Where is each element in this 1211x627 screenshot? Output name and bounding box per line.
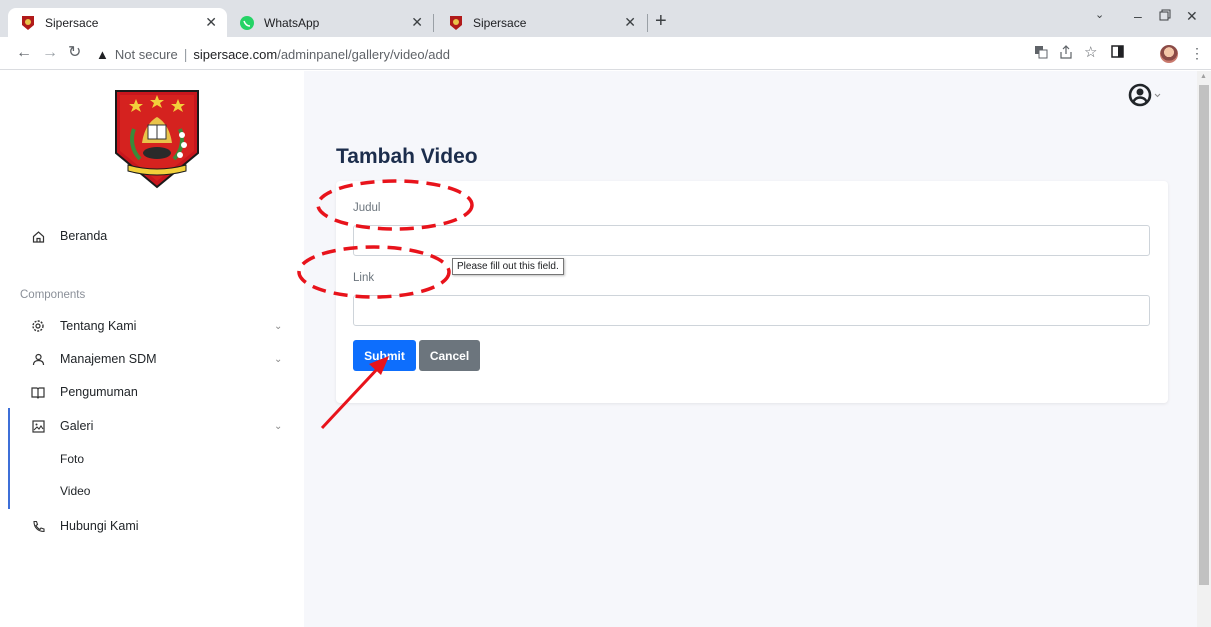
share-icon[interactable]: [1059, 45, 1073, 62]
sidebar-item-label: Galeri: [60, 419, 94, 433]
browser-toolbar: ← → ↻ ▲ Not secure | sipersace.com/admin…: [0, 37, 1211, 70]
browser-tab-bar: Sipersace ✕ WhatsApp ✕ Sipersace ✕ + ⌄ –…: [0, 0, 1211, 37]
organization-logo[interactable]: [114, 89, 200, 189]
url-separator: |: [183, 46, 188, 62]
tab-sipersace[interactable]: Sipersace ✕: [436, 8, 646, 37]
url-path[interactable]: /adminpanel/gallery/video/add: [277, 47, 450, 62]
chevron-down-icon: [1154, 93, 1161, 98]
sidebar-subitem-video[interactable]: Video: [60, 484, 90, 498]
profile-avatar[interactable]: [1160, 45, 1178, 63]
validation-tooltip: Please fill out this field.: [452, 258, 564, 275]
user-circle-icon: [1128, 83, 1152, 107]
sidebar-item-label: Manajemen SDM: [60, 352, 157, 366]
image-icon: [31, 419, 45, 433]
sidebar: Beranda Components Tentang Kami ⌄ Manaje…: [0, 71, 304, 627]
form-card: Judul Link Submit Cancel: [336, 181, 1168, 403]
sidebar-item-galeri[interactable]: Galeri ⌄: [0, 414, 304, 438]
cancel-button[interactable]: Cancel: [419, 340, 480, 371]
translate-icon[interactable]: [1034, 45, 1048, 62]
bookmark-star-icon[interactable]: ☆: [1084, 45, 1097, 61]
sidebar-item-label: Hubungi Kami: [60, 519, 139, 533]
link-input[interactable]: [353, 295, 1150, 326]
warning-icon[interactable]: ▲: [96, 47, 109, 62]
minimize-icon[interactable]: –: [1134, 8, 1142, 24]
gear-icon: [31, 319, 45, 333]
address-bar[interactable]: ▲ Not secure | sipersace.com/adminpanel/…: [96, 41, 1016, 67]
sidebar-item-manajemen-sdm[interactable]: Manajemen SDM ⌄: [0, 347, 304, 371]
url-host[interactable]: sipersace.com: [193, 47, 277, 62]
whatsapp-icon: [240, 15, 254, 30]
tab-title: WhatsApp: [264, 15, 320, 30]
tab-whatsapp[interactable]: WhatsApp ✕: [227, 8, 433, 37]
security-status[interactable]: Not secure: [115, 47, 178, 62]
restore-icon[interactable]: [1159, 8, 1171, 24]
sidebar-item-label: Beranda: [60, 229, 108, 243]
judul-label: Judul: [353, 202, 381, 214]
sidebar-item-pengumuman[interactable]: Pengumuman: [0, 380, 304, 404]
tab-separator: [647, 14, 648, 32]
reload-icon[interactable]: ↻: [68, 43, 81, 63]
user-icon: [31, 352, 45, 366]
judul-input[interactable]: [353, 225, 1150, 256]
tab-close-icon[interactable]: ✕: [624, 14, 636, 31]
tab-sipersace-active[interactable]: Sipersace ✕: [8, 8, 227, 37]
sipersace-favicon-icon: [22, 15, 34, 30]
sidebar-section-title: Components: [20, 289, 86, 301]
forward-arrow-icon[interactable]: →: [42, 43, 58, 63]
tab-title: Sipersace: [45, 15, 99, 30]
sidebar-item-tentang-kami[interactable]: Tentang Kami ⌄: [0, 314, 304, 338]
sidebar-subitem-foto[interactable]: Foto: [60, 452, 84, 466]
side-panel-icon[interactable]: [1111, 45, 1124, 61]
sipersace-favicon-icon: [450, 15, 462, 30]
sidebar-item-beranda[interactable]: Beranda: [0, 224, 304, 248]
chevron-down-icon: ⌄: [274, 420, 283, 432]
sidebar-item-label: Tentang Kami: [60, 319, 137, 333]
new-tab-button[interactable]: +: [655, 10, 667, 32]
tab-search-chevron-icon[interactable]: ⌄: [1095, 8, 1104, 21]
link-label: Link: [353, 272, 375, 284]
submit-button[interactable]: Submit: [353, 340, 416, 371]
tab-title: Sipersace: [473, 15, 527, 30]
sidebar-item-label: Pengumuman: [60, 385, 138, 399]
tab-close-icon[interactable]: ✕: [205, 14, 217, 31]
chevron-down-icon: ⌄: [274, 353, 283, 365]
phone-icon: [31, 519, 45, 533]
page-scrollbar[interactable]: ▲: [1197, 71, 1211, 627]
page-title: Tambah Video: [336, 145, 478, 168]
page: Beranda Components Tentang Kami ⌄ Manaje…: [0, 71, 1211, 627]
tab-separator: [433, 14, 434, 32]
scrollbar-thumb[interactable]: [1199, 85, 1209, 585]
sidebar-item-hubungi-kami[interactable]: Hubungi Kami: [0, 514, 304, 538]
main-content: Tambah Video Judul Link Submit Cancel Pl…: [304, 71, 1197, 627]
book-icon: [31, 385, 45, 399]
scroll-up-arrow-icon[interactable]: ▲: [1200, 73, 1207, 80]
home-icon: [31, 229, 45, 243]
close-window-icon[interactable]: ✕: [1186, 8, 1198, 25]
browser-menu-icon[interactable]: ⋮: [1190, 45, 1204, 61]
user-menu[interactable]: [1126, 81, 1166, 109]
tab-close-icon[interactable]: ✕: [411, 14, 423, 31]
chevron-down-icon: ⌄: [274, 320, 283, 332]
back-arrow-icon[interactable]: ←: [16, 43, 32, 63]
